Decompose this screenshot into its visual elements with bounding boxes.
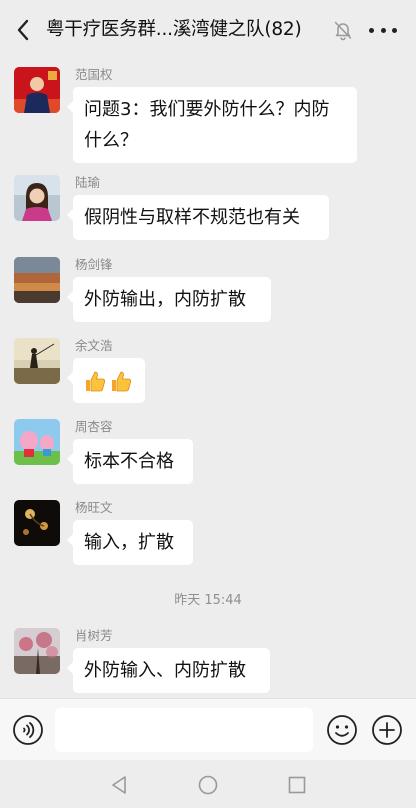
message-bubble[interactable]: 外防输入、内防扩散 [67,648,270,693]
sender-name: 肖树芳 [75,628,113,643]
smiley-icon [327,715,357,745]
sender-name: 范国权 [75,67,113,82]
message-bubble[interactable]: 问题3：我们要外防什么？内防 什么？ [67,87,357,163]
voice-icon [13,715,43,745]
input-bar [0,698,416,760]
nav-recent-apps-button[interactable] [286,774,308,796]
plus-icon [372,715,402,745]
avatar[interactable] [14,338,60,384]
more-button[interactable] [369,17,397,43]
bell-muted-icon [334,21,352,41]
thumbs-up-icon [112,371,131,391]
square-recent-icon [288,776,306,794]
message-text: 输入，扩散 [84,532,174,553]
system-nav-bar [0,760,416,808]
voice-button[interactable] [12,714,44,746]
avatar[interactable] [14,257,60,303]
message-text: 什么？ [84,130,138,151]
nav-back-button[interactable] [108,774,130,796]
message-text: 标本不合格 [84,451,174,472]
avatar[interactable] [14,419,60,465]
emoji-button[interactable] [326,714,358,746]
sender-name: 杨剑锋 [75,257,113,272]
thumbs-up-icon [86,371,105,391]
avatar[interactable] [14,67,60,113]
mute-indicator [332,19,354,41]
message-text: 假阴性与取样不规范也有关 [84,207,300,228]
circle-home-icon [198,775,218,795]
message-bubble[interactable]: 外防输出，内防扩散 [67,277,271,322]
chat-header: 粤干疗医务群...溪湾健之队(82) [0,0,416,60]
triangle-back-icon [112,776,126,794]
nav-home-button[interactable] [197,774,219,796]
more-functions-button[interactable] [371,714,403,746]
message-list[interactable]: 范国权 问题3：我们要外防什么？内防 什么？ 陆瑜 假阴性与取样不规范也有关 杨… [0,60,416,698]
message-bubble[interactable]: 输入，扩散 [67,520,193,565]
chat-title: 粤干疗医务群...溪湾健之队(82) [46,19,302,40]
more-dots-icon [369,27,397,33]
back-button[interactable] [12,17,34,43]
avatar[interactable] [14,500,60,546]
message-bubble[interactable]: 假阴性与取样不规范也有关 [67,195,329,240]
message-text: 外防输出，内防扩散 [84,289,246,310]
sender-name: 周杏容 [75,419,113,434]
avatar[interactable] [14,175,60,221]
message-input[interactable] [55,708,313,752]
timestamp: 昨天 15:44 [174,593,242,608]
chevron-left-icon [17,19,29,41]
avatar[interactable] [14,628,60,674]
message-text: 问题3：我们要外防什么？内防 [84,99,330,120]
message-bubble[interactable]: 标本不合格 [67,439,193,484]
message-text: 外防输入、内防扩散 [84,660,246,681]
sender-name: 陆瑜 [75,175,101,190]
sender-name: 杨旺文 [75,500,113,515]
message-bubble[interactable] [67,358,145,403]
sender-name: 余文浩 [75,338,113,353]
